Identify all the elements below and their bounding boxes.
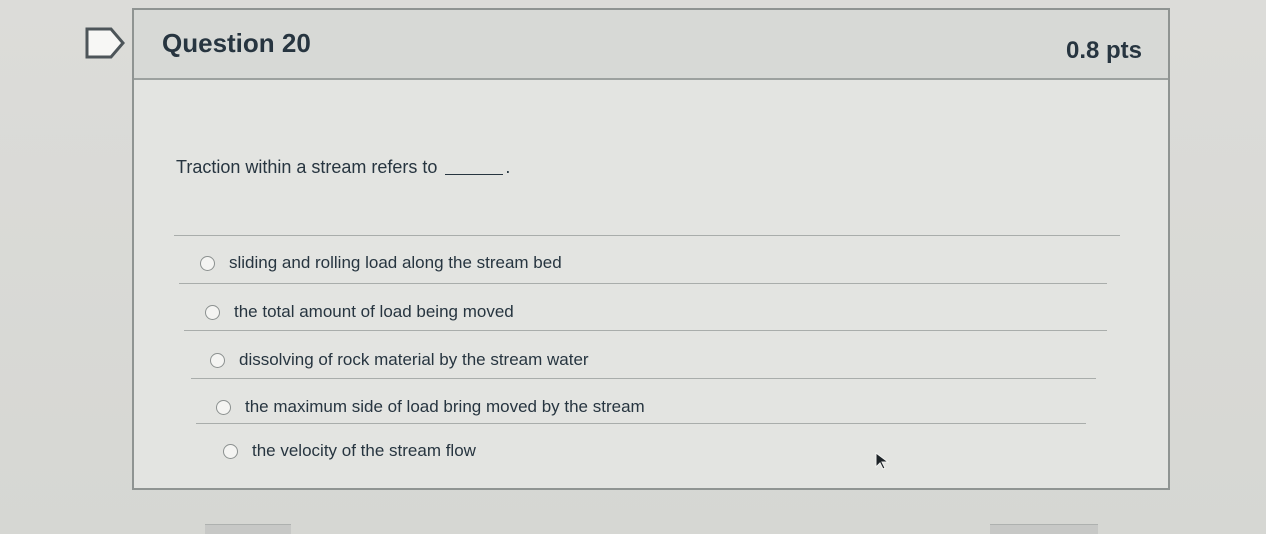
bottom-edge-strip-right — [990, 524, 1098, 534]
answer-label: the velocity of the stream flow — [252, 441, 476, 460]
question-prompt-end: . — [505, 157, 511, 177]
answer-option-3[interactable]: dissolving of rock material by the strea… — [210, 350, 589, 370]
answer-divider — [184, 330, 1107, 331]
answer-label: dissolving of rock material by the strea… — [239, 350, 589, 369]
answer-option-5[interactable]: the velocity of the stream flow — [223, 441, 476, 461]
radio-button-icon[interactable] — [216, 399, 231, 415]
question-prompt: Traction within a stream refers to. — [176, 157, 510, 178]
question-title: Question 20 — [162, 28, 311, 58]
bottom-edge-strip-left — [205, 524, 291, 534]
fill-in-blank — [445, 162, 504, 175]
question-prompt-text: Traction within a stream refers to — [176, 157, 438, 177]
radio-button-icon[interactable] — [200, 255, 215, 271]
question-points: 0.8 pts — [1065, 37, 1142, 64]
answer-label: the maximum side of load bring moved by … — [245, 397, 645, 416]
quiz-page: Question 20 0.8 pts Traction within a st… — [0, 0, 1266, 534]
answer-divider — [179, 283, 1107, 284]
answer-label: the total amount of load being moved — [234, 302, 514, 321]
radio-button-icon[interactable] — [205, 304, 220, 320]
flag-icon[interactable] — [84, 26, 128, 60]
question-card: Question 20 0.8 pts Traction within a st… — [132, 8, 1170, 490]
mouse-pointer-icon — [875, 452, 890, 470]
answers-top-divider — [174, 235, 1120, 236]
answer-option-4[interactable]: the maximum side of load bring moved by … — [216, 397, 645, 417]
answer-option-2[interactable]: the total amount of load being moved — [205, 302, 514, 322]
radio-button-icon[interactable] — [210, 352, 225, 368]
question-header: Question 20 0.8 pts — [134, 10, 1168, 80]
answer-divider — [196, 423, 1086, 424]
answer-option-1[interactable]: sliding and rolling load along the strea… — [200, 253, 562, 273]
radio-button-icon[interactable] — [223, 443, 238, 459]
answer-divider — [191, 378, 1096, 379]
answer-label: sliding and rolling load along the strea… — [229, 253, 562, 272]
